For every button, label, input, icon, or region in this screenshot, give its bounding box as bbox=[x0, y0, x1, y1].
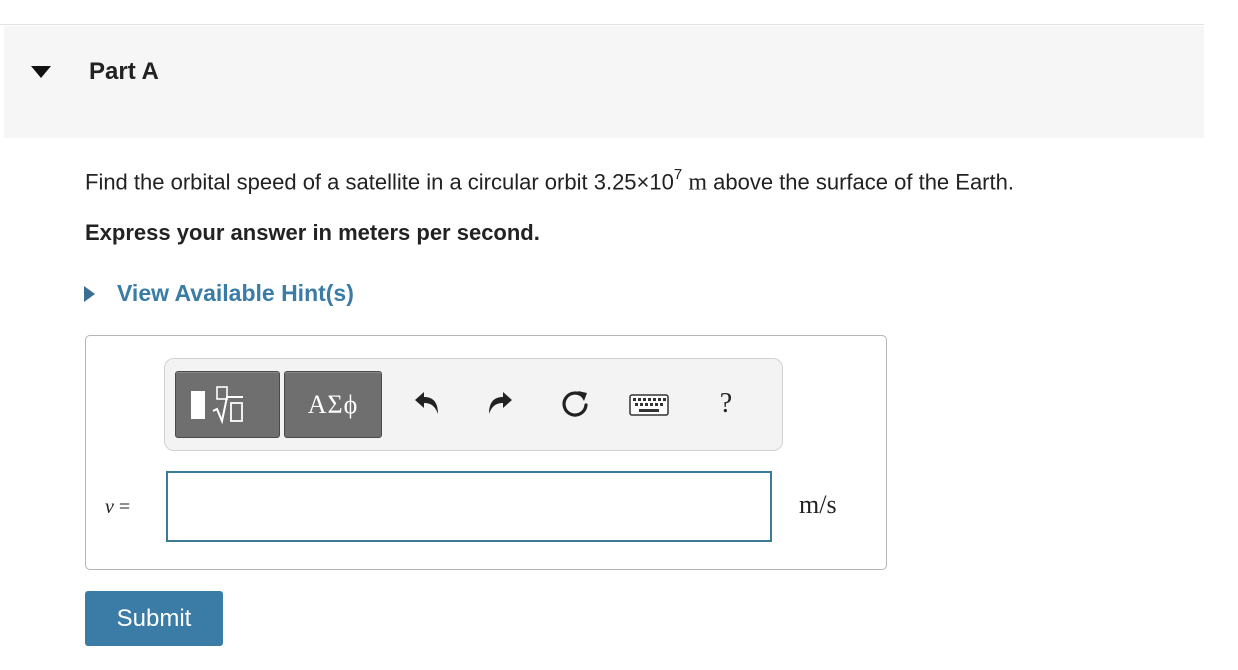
help-icon[interactable]: ? bbox=[710, 388, 742, 420]
variable-label: v = bbox=[105, 496, 130, 519]
greek-symbols-icon: ΑΣϕ bbox=[307, 389, 359, 419]
part-header[interactable] bbox=[4, 26, 1204, 138]
greek-symbols-button[interactable]: ΑΣϕ bbox=[284, 371, 382, 438]
undo-icon[interactable] bbox=[410, 388, 442, 420]
question-unit: m bbox=[688, 169, 707, 196]
reset-icon[interactable] bbox=[559, 388, 591, 420]
part-title: Part A bbox=[89, 58, 159, 85]
templates-icon bbox=[190, 390, 205, 419]
submit-button[interactable]: Submit bbox=[85, 591, 223, 646]
expand-triangle-icon bbox=[84, 285, 95, 302]
variable-symbol: v bbox=[105, 496, 114, 518]
sqrt-template-icon bbox=[212, 385, 243, 424]
view-hints-label: View Available Hint(s) bbox=[117, 280, 354, 306]
answer-instruction: Express your answer in meters per second… bbox=[85, 220, 540, 245]
question-text-after: above the surface of the Earth. bbox=[707, 169, 1014, 195]
question-exponent: 7 bbox=[673, 166, 683, 183]
question-mantissa: 3.25×10 bbox=[593, 169, 674, 195]
collapse-triangle-icon[interactable] bbox=[31, 66, 51, 78]
keyboard-icon[interactable] bbox=[629, 394, 669, 416]
view-hints-link[interactable]: View Available Hint(s) bbox=[84, 280, 354, 307]
answer-input[interactable] bbox=[166, 471, 772, 542]
templates-button[interactable] bbox=[175, 371, 280, 438]
question-text: Find the orbital speed of a satellite in… bbox=[85, 166, 1014, 196]
answer-unit: m/s bbox=[799, 490, 837, 519]
top-divider bbox=[0, 24, 1204, 25]
redo-icon[interactable] bbox=[485, 388, 517, 420]
equals-sign: = bbox=[113, 496, 131, 518]
question-text-before: Find the orbital speed of a satellite in… bbox=[85, 169, 594, 195]
